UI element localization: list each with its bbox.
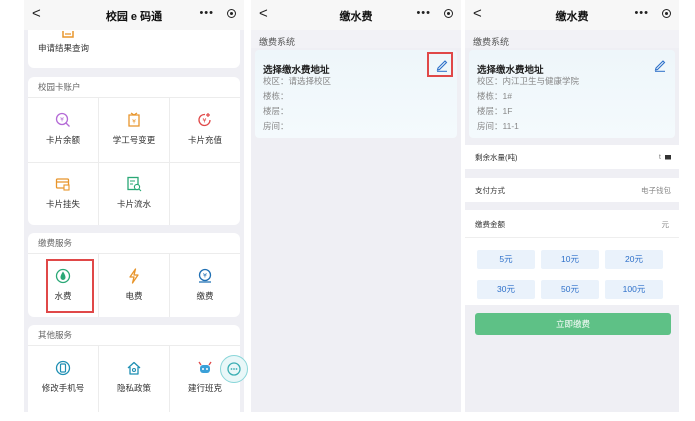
card-balance-label: 卡片余额 [45,135,80,145]
campus-ecode-screen: < 校园 e 码通 ••• 申请结果查询 校园卡账户 ¥ 卡片余额 ¥ 学工号变… [24,0,244,412]
privacy-policy-button[interactable]: 隐私政策 [99,348,169,404]
address-title: 选择缴水费地址 [477,65,544,76]
floor-field: 楼层： [263,106,289,116]
room-field: 房间：11-1 [477,121,519,131]
card-loss-button[interactable]: 卡片挂失 [28,164,98,220]
privacy-policy-label: 隐私政策 [116,383,151,393]
section-title: 其他服务 [28,325,240,346]
payment-icon: ¥ [198,268,212,283]
apply-result-label: 申请结果查询 [38,43,90,53]
id-change-button[interactable]: ¥ 学工号变更 [99,100,169,156]
svg-text:¥: ¥ [202,117,206,125]
campus-field: 校区：请选择校区 [263,76,332,86]
water-fee-screen-empty: < 缴水费 ••• 缴费系统 选择缴水费地址 校区：请选择校区 楼栋： 楼层： … [251,0,461,412]
apply-result-card[interactable]: 申请结果查询 [28,30,240,68]
section-title: 校园卡账户 [28,77,240,98]
other-services-card: 其他服务 修改手机号 隐私政策 建行班克 [28,325,240,412]
lightning-icon [129,268,139,284]
campus-field: 校区：内江卫生与健康学院 [477,76,580,86]
card-records-icon [127,176,142,192]
robot-icon [198,361,212,373]
phone-icon [55,360,71,376]
svg-text:¥: ¥ [203,272,207,280]
edit-pencil-icon[interactable] [653,58,667,72]
balance-icon: ¥ [55,112,70,127]
card-loss-label: 卡片挂失 [45,199,80,209]
amount-option-20[interactable]: 20元 [605,250,663,269]
amount-option-10[interactable]: 10元 [541,250,599,269]
amount-label: 缴费金额 [475,220,505,229]
navigation-bar: < 缴水费 ••• [465,0,679,30]
payment-method-label: 支付方式 [475,186,505,195]
navigation-bar: < 校园 e 码通 ••• [24,0,244,30]
svg-text:¥: ¥ [132,119,136,126]
close-miniprogram-icon[interactable] [444,9,453,18]
pay-now-button[interactable]: 立即缴费 [475,313,671,335]
address-selector[interactable]: 选择缴水费地址 校区：内江卫生与健康学院 楼栋：1# 楼层：1F 房间：11-1 [469,50,675,138]
card-balance-button[interactable]: ¥ 卡片余额 [28,100,98,156]
home-icon [127,361,141,375]
electricity-fee-button[interactable]: 电费 [99,256,169,312]
amount-option-30[interactable]: 30元 [477,280,535,299]
close-miniprogram-icon[interactable] [227,9,236,18]
payment-method-row[interactable]: 支付方式 电子钱包 [465,178,679,202]
amount-option-5[interactable]: 5元 [477,250,535,269]
navigation-bar: < 缴水费 ••• [251,0,461,30]
more-menu-button[interactable]: ••• [416,7,431,19]
section-label: 缴费系统 [473,37,510,47]
building-field: 楼栋：1# [477,91,512,101]
id-change-label: 学工号变更 [112,135,156,145]
remaining-water-value: t [658,152,661,161]
amount-option-50[interactable]: 50元 [541,280,599,299]
more-menu-button[interactable]: ••• [199,7,214,19]
close-miniprogram-icon[interactable] [662,9,671,18]
card-records-label: 卡片流水 [116,199,151,209]
svg-text:¥: ¥ [60,117,64,124]
floor-field: 楼层：1F [477,106,513,116]
remaining-water-label: 剩余水量(吨) [475,153,518,162]
ccb-banker-label: 建行班克 [187,383,222,393]
campus-card-account: 校园卡账户 ¥ 卡片余额 ¥ 学工号变更 ¥ 卡片充值 卡片挂失 卡片流水 [28,77,240,225]
water-fee-highlight [46,259,94,313]
payment-button[interactable]: ¥ 缴费 [170,256,240,312]
chat-bubble-icon [227,362,241,376]
payment-method-value: 电子钱包 [641,186,671,195]
section-label: 缴费系统 [259,37,296,47]
building-field: 楼栋： [263,91,289,101]
change-phone-label: 修改手机号 [41,383,85,393]
amount-unit: 元 [661,220,670,229]
card-recharge-button[interactable]: ¥ 卡片充值 [170,100,240,156]
water-fee-screen-filled: < 缴水费 ••• 缴费系统 选择缴水费地址 校区：内江卫生与健康学院 楼栋：1… [465,0,679,412]
floating-assistant-button[interactable] [220,355,248,383]
edit-highlight [427,52,453,77]
change-phone-button[interactable]: 修改手机号 [28,348,98,404]
card-records-button[interactable]: 卡片流水 [99,164,169,220]
meter-icon [665,155,671,160]
address-selector[interactable]: 选择缴水费地址 校区：请选择校区 楼栋： 楼层： 房间： [255,50,457,138]
recharge-icon: ¥ [198,113,211,127]
amount-panel: 缴费金额 元 5元 10元 20元 30元 50元 100元 [465,210,679,305]
electricity-fee-label: 电费 [125,291,143,301]
section-title: 缴费服务 [28,233,240,254]
payment-services-card: 缴费服务 水费 电费 ¥ 缴费 [28,233,240,317]
more-menu-button[interactable]: ••• [634,7,649,19]
payment-label: 缴费 [196,291,214,301]
card-loss-icon [55,178,70,191]
remaining-water-row: 剩余水量(吨) t [465,145,679,169]
card-recharge-label: 卡片充值 [187,135,222,145]
address-title: 选择缴水费地址 [263,65,330,76]
room-field: 房间： [263,121,289,131]
id-change-icon: ¥ [128,112,140,127]
document-icon [62,31,74,38]
amount-option-100[interactable]: 100元 [605,280,663,299]
